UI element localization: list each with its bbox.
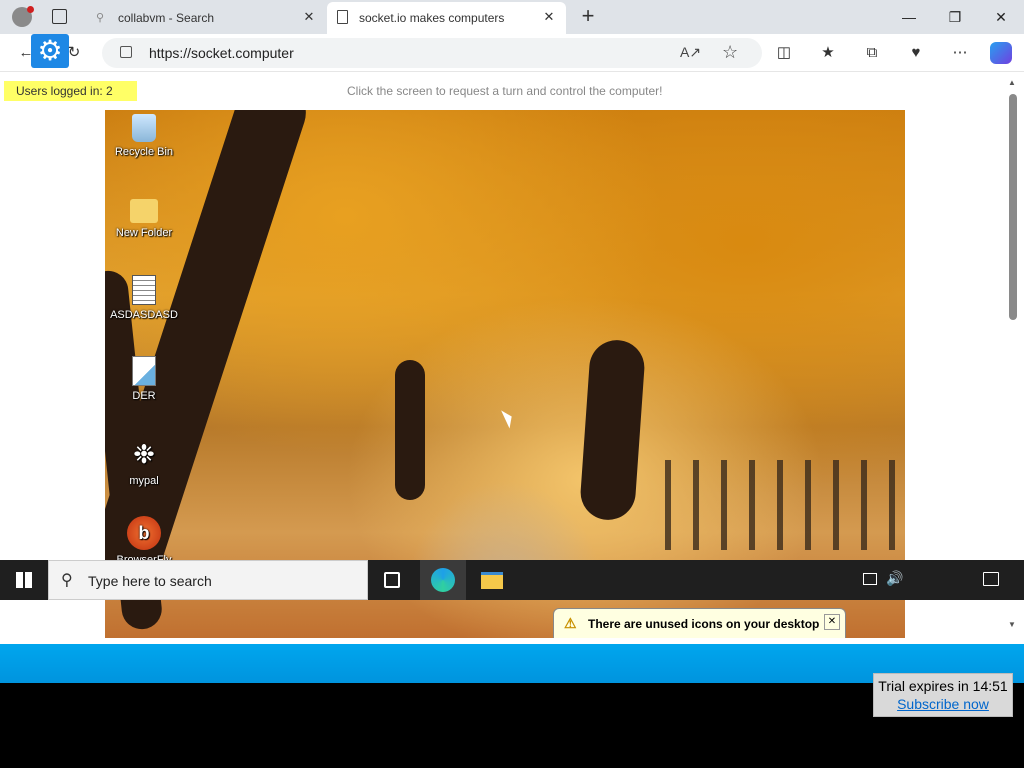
volume-icon[interactable]: 🔊 bbox=[886, 570, 903, 587]
favorites-icon[interactable]: ★ bbox=[816, 41, 840, 65]
folder-icon bbox=[130, 199, 158, 223]
taskbar-search-box[interactable]: ⚲ Type here to search bbox=[48, 560, 368, 600]
tab-strip: ⚲ collabvm - Search ✕ socket.io makes co… bbox=[0, 0, 1024, 34]
mouse-cursor-icon bbox=[501, 407, 516, 429]
read-aloud-icon[interactable]: A↗ bbox=[680, 44, 701, 61]
action-center-icon[interactable] bbox=[983, 572, 999, 586]
windows-start-icon[interactable] bbox=[16, 572, 32, 588]
scroll-up-icon[interactable]: ▲ bbox=[1008, 78, 1016, 87]
tab-title: collabvm - Search bbox=[118, 11, 215, 25]
network-icon[interactable] bbox=[863, 573, 877, 585]
refresh-icon[interactable]: ↻ bbox=[62, 41, 86, 65]
subscribe-link[interactable]: Subscribe now bbox=[874, 696, 1012, 712]
desktop-icon-new-folder[interactable]: New Folder bbox=[105, 195, 183, 239]
desktop-icon-asdasdasd[interactable]: ASDASDASD bbox=[105, 275, 183, 321]
notification-dot-icon bbox=[27, 6, 34, 13]
desktop-icon-der[interactable]: DER bbox=[105, 356, 183, 402]
trial-banner: Trial expires in 14:51 Subscribe now bbox=[873, 673, 1013, 717]
task-view-icon[interactable] bbox=[384, 572, 400, 588]
search-icon: ⚲ bbox=[96, 12, 105, 24]
minimize-button[interactable]: — bbox=[886, 0, 932, 34]
desktop-icon-recycle-bin[interactable]: Recycle Bin bbox=[105, 114, 183, 158]
users-logged-in-badge: Users logged in: 2 bbox=[4, 81, 137, 101]
tab-title: socket.io makes computers bbox=[359, 11, 505, 25]
search-placeholder: Type here to search bbox=[88, 573, 212, 589]
vm-taskbar: ⚲ Type here to search 🔊 bbox=[0, 560, 1024, 600]
close-tab-icon[interactable]: ✕ bbox=[540, 8, 558, 26]
close-notification-icon[interactable]: ✕ bbox=[824, 614, 840, 630]
lock-icon bbox=[120, 46, 132, 58]
trial-text: Trial expires in 14:51 bbox=[878, 678, 1008, 694]
page-footer-bar bbox=[0, 644, 1024, 683]
close-window-button[interactable]: ✕ bbox=[978, 0, 1024, 34]
unused-icons-notification[interactable]: ⚠ There are unused icons on your desktop… bbox=[553, 608, 846, 638]
new-tab-button[interactable]: + bbox=[576, 4, 600, 28]
scroll-down-icon[interactable]: ▼ bbox=[1008, 620, 1016, 629]
tab-socket-computer[interactable]: socket.io makes computers ✕ bbox=[327, 2, 566, 34]
page-scrollbar[interactable]: ▲ ▼ bbox=[1006, 72, 1020, 636]
page-icon bbox=[337, 10, 348, 24]
mypal-icon: ❉ bbox=[133, 439, 155, 469]
collections-icon[interactable]: ⧉ bbox=[860, 41, 884, 65]
desktop-icon-label: DER bbox=[132, 390, 156, 402]
notification-text: There are unused icons on your desktop bbox=[588, 617, 820, 631]
tab-actions-icon[interactable] bbox=[52, 9, 67, 24]
recycle-bin-icon bbox=[132, 114, 156, 142]
split-screen-icon[interactable]: ◫ bbox=[772, 41, 796, 65]
search-icon: ⚲ bbox=[61, 572, 73, 589]
desktop-icon-label: New Folder bbox=[115, 227, 173, 239]
file-explorer-icon[interactable] bbox=[481, 572, 503, 589]
desktop-icon-label: ASDASDASD bbox=[110, 309, 178, 321]
edge-taskbar-icon[interactable] bbox=[420, 560, 466, 600]
desktop-icon-browserfly[interactable]: b BrowserFly bbox=[105, 516, 183, 566]
desktop-icon-mypal[interactable]: ❉ mypal bbox=[105, 437, 183, 487]
desktop-icon-label: mypal bbox=[129, 475, 159, 487]
favorite-star-icon[interactable]: ☆ bbox=[722, 42, 738, 63]
address-toolbar: ← ⚙ ↻ https://socket.computer A↗ ☆ ◫ ★ ⧉… bbox=[0, 34, 1024, 72]
turn-hint-text: Click the screen to request a turn and c… bbox=[347, 84, 663, 98]
warning-icon: ⚠ bbox=[564, 615, 577, 631]
desktop-icon-label: Recycle Bin bbox=[114, 146, 174, 158]
file-icon bbox=[132, 356, 156, 386]
restore-button[interactable]: ❐ bbox=[932, 0, 978, 34]
more-menu-icon[interactable]: ⋯ bbox=[948, 41, 972, 65]
document-icon bbox=[132, 275, 156, 305]
fence bbox=[665, 460, 905, 550]
url-text[interactable]: https://socket.computer bbox=[149, 45, 294, 61]
page-content: Users logged in: 2 Click the screen to r… bbox=[0, 72, 1024, 644]
browser-essentials-icon[interactable]: ♥ bbox=[904, 41, 928, 65]
tree-trunk bbox=[395, 360, 425, 500]
vm-screen[interactable]: Recycle Bin New Folder ASDASDASD DER ❉ m… bbox=[105, 110, 905, 638]
close-tab-icon[interactable]: ✕ bbox=[300, 8, 318, 26]
scrollbar-thumb[interactable] bbox=[1009, 94, 1017, 320]
address-bar[interactable]: https://socket.computer A↗ ☆ bbox=[102, 38, 762, 68]
tab-collabvm-search[interactable]: ⚲ collabvm - Search ✕ bbox=[86, 2, 326, 34]
browser-icon: b bbox=[127, 516, 161, 550]
browser-window: ⚲ collabvm - Search ✕ socket.io makes co… bbox=[0, 0, 1024, 644]
copilot-icon[interactable] bbox=[990, 42, 1012, 64]
